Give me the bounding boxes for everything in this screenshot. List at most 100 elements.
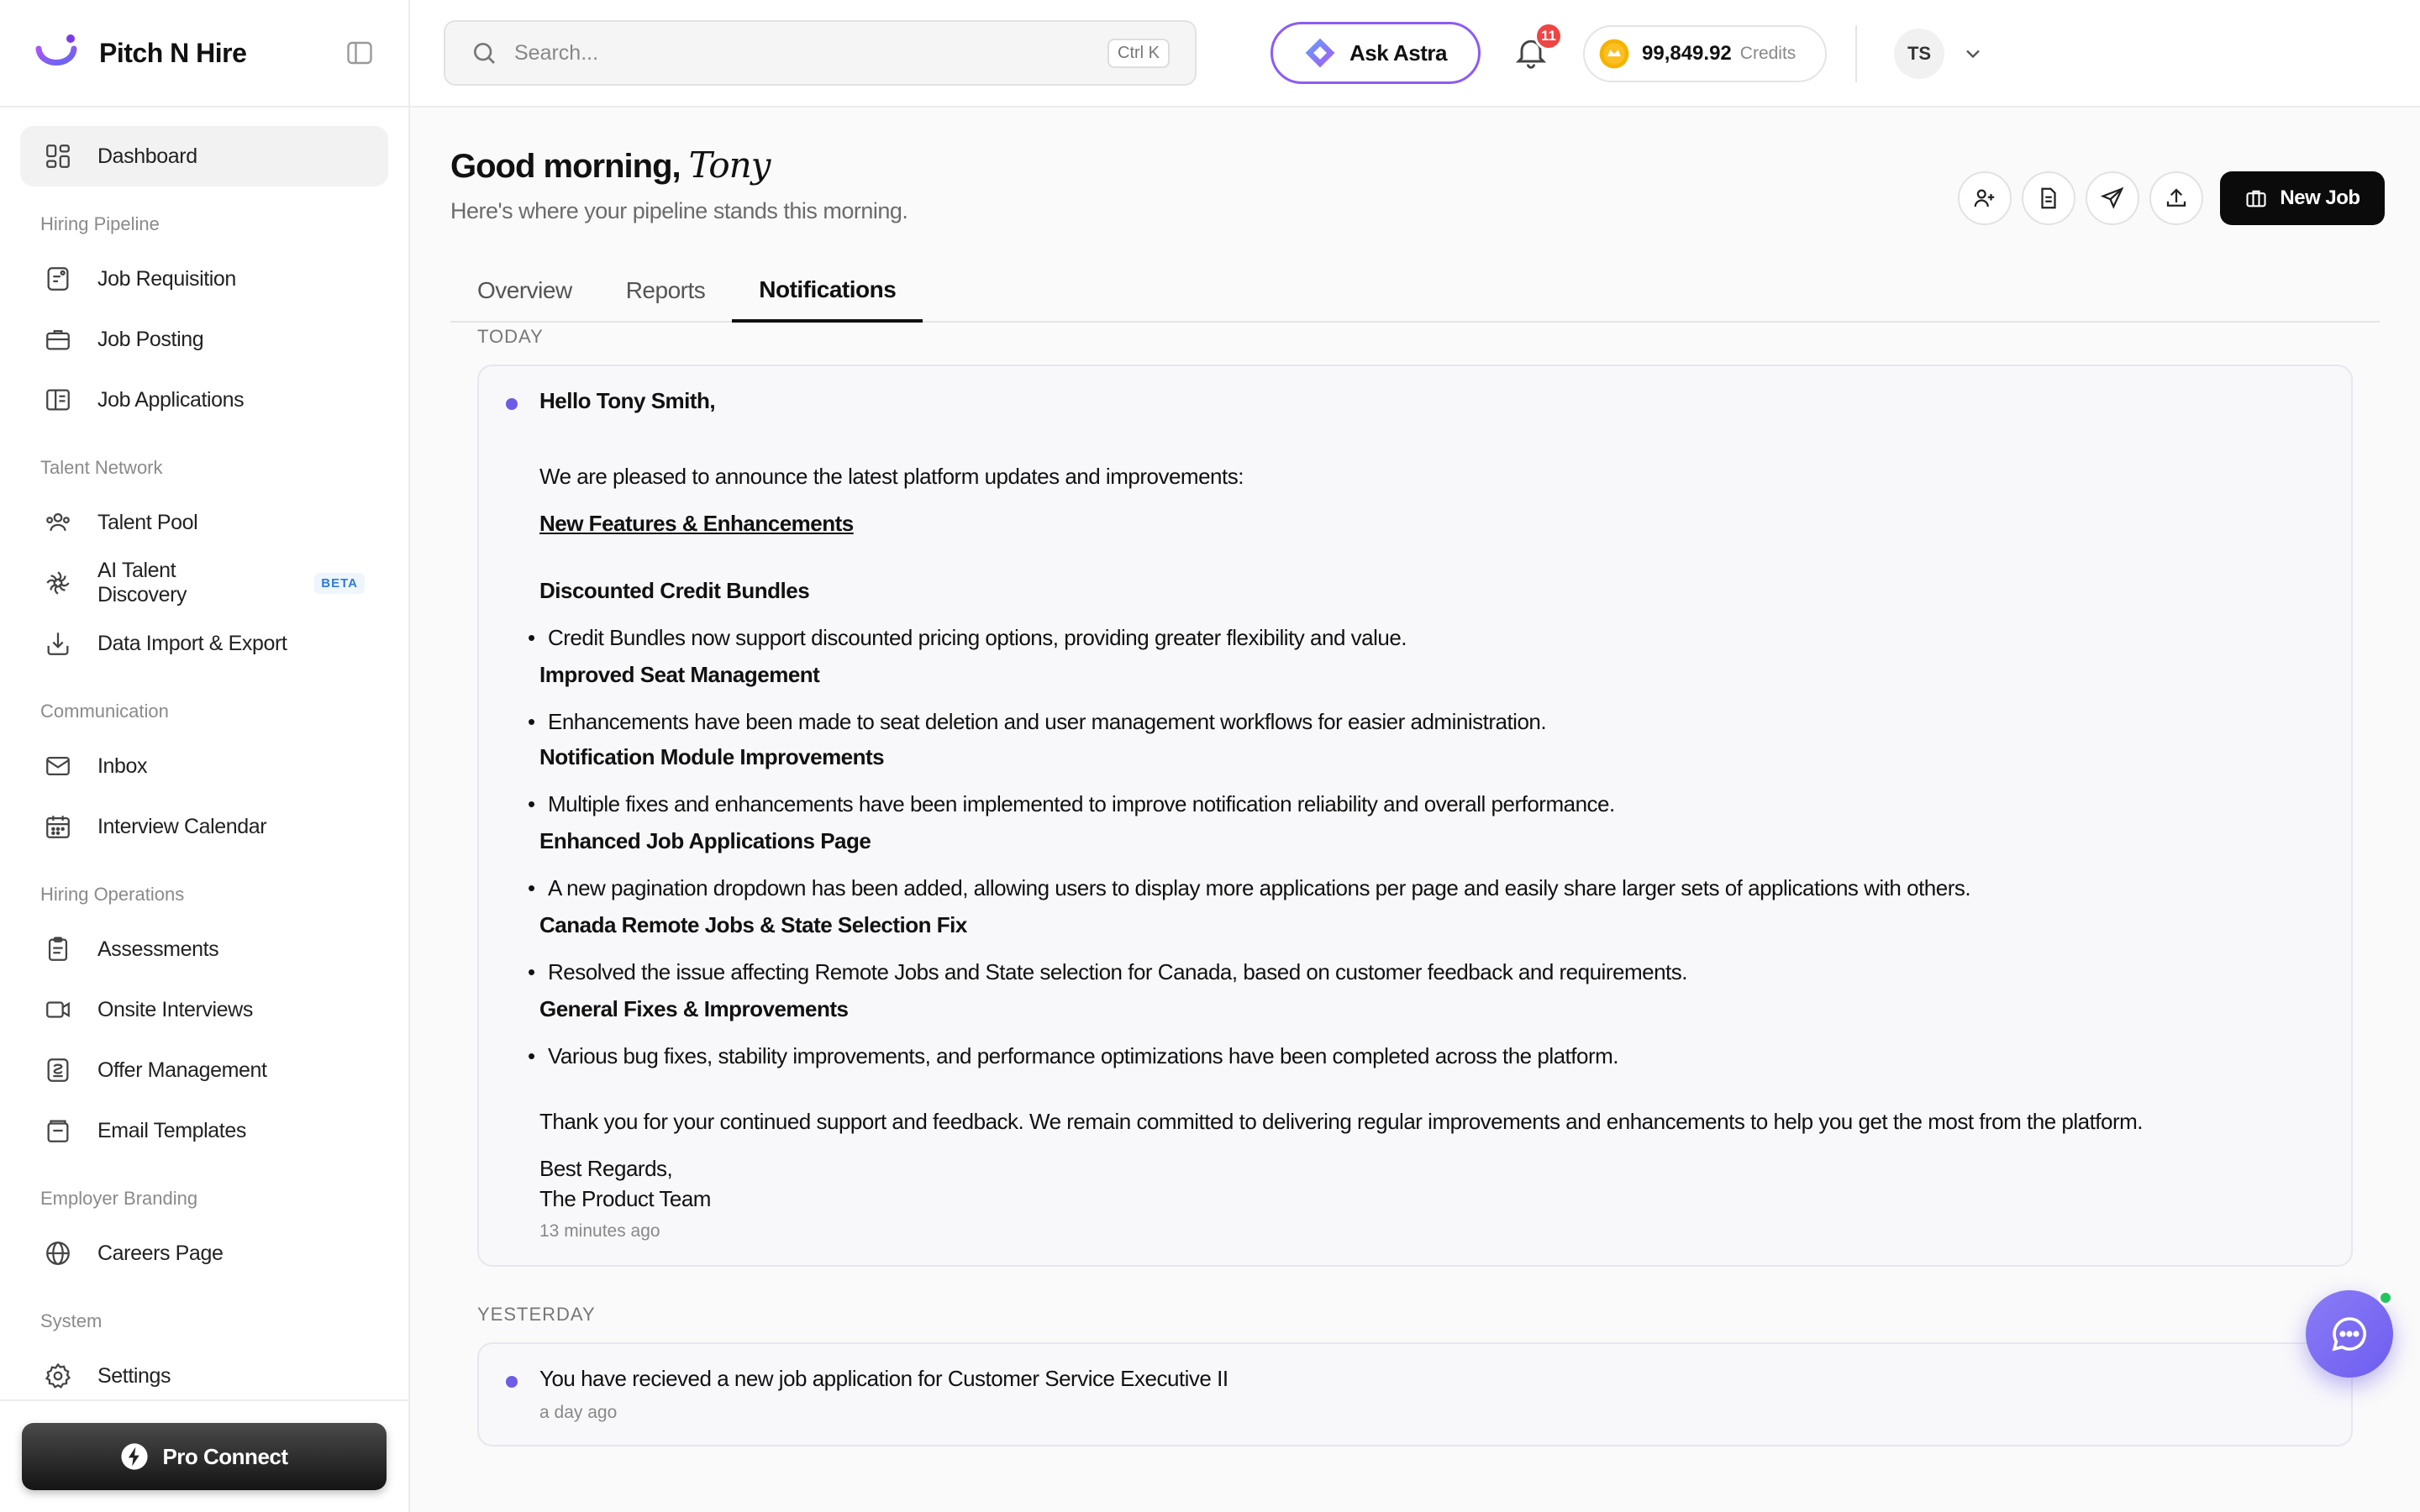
ask-astra-button[interactable]: Ask Astra	[1270, 22, 1481, 84]
tab-overview[interactable]: Overview	[450, 260, 599, 321]
section-label-communication: Communication	[40, 701, 169, 722]
new-job-label: New Job	[2280, 186, 2360, 209]
chevron-down-icon[interactable]	[1961, 42, 1985, 66]
user-plus-icon	[1974, 189, 1995, 207]
chat-bubble-icon	[2332, 1317, 2366, 1352]
gear-icon	[45, 1362, 71, 1389]
brand-logo-icon[interactable]	[34, 30, 79, 76]
item-bullet: Multiple fixes and enhancements have bee…	[528, 791, 1615, 817]
sidebar-item-label: Onsite Interviews	[97, 997, 253, 1021]
sidebar-item-label: Interview Calendar	[97, 814, 267, 838]
sidebar-item-label: Inbox	[97, 753, 148, 778]
sidebar-item-careers-page[interactable]: Careers Page	[20, 1223, 388, 1284]
item-heading: Notification Module Improvements	[539, 744, 885, 769]
search-icon	[474, 43, 495, 64]
item-bullet: Resolved the issue affecting Remote Jobs…	[528, 959, 1687, 985]
item-heading: Improved Seat Management	[539, 662, 820, 687]
section-label-system: System	[40, 1310, 103, 1331]
notification-message: You have recieved a new job application …	[539, 1366, 1228, 1391]
section-label-talent-network: Talent Network	[40, 457, 163, 478]
header-divider	[1855, 25, 1857, 82]
pro-connect-button[interactable]: Pro Connect	[22, 1423, 387, 1490]
item-heading: Canada Remote Jobs & State Selection Fix	[539, 912, 967, 937]
today-label: TODAY	[477, 326, 544, 347]
document-button[interactable]	[2022, 171, 2075, 225]
add-candidate-button[interactable]	[1958, 171, 2012, 225]
sidebar-item-email-templates[interactable]: Email Templates	[20, 1100, 388, 1161]
briefcase-icon	[2246, 190, 2266, 207]
import-icon	[47, 633, 69, 655]
sidebar-item-dashboard[interactable]: Dashboard	[20, 126, 388, 186]
item-heading: General Fixes & Improvements	[539, 996, 849, 1021]
sidebar-nav: Dashboard Hiring Pipeline Job Requisitio…	[0, 108, 408, 1406]
briefcase-icon	[46, 329, 70, 350]
sidebar-item-label: Settings	[97, 1363, 171, 1388]
notification-card-yesterday[interactable]: You have recieved a new job application …	[477, 1342, 2353, 1446]
sidebar-item-label: Job Applications	[97, 387, 245, 412]
sidebar-item-data-import-export[interactable]: Data Import & Export	[20, 613, 388, 674]
notification-closing: Thank you for your continued support and…	[539, 1109, 2144, 1134]
page-subtitle: Here's where your pipeline stands this m…	[450, 198, 908, 223]
sidebar-item-onsite-interviews[interactable]: Onsite Interviews	[20, 979, 388, 1040]
video-icon	[46, 1001, 70, 1018]
requisition-icon	[47, 267, 69, 291]
item-bullet: A new pagination dropdown has been added…	[528, 875, 1971, 901]
sidebar-toggle-icon[interactable]	[345, 38, 375, 68]
upload-button[interactable]	[2149, 171, 2203, 225]
sidebar-item-label: Data Import & Export	[97, 631, 287, 655]
sidebar-item-ai-talent-discovery[interactable]: AI Talent Discovery BETA	[20, 553, 388, 613]
sidebar-item-offer-management[interactable]: Offer Management	[20, 1040, 388, 1100]
document-icon	[2041, 187, 2056, 209]
brand-header: Pitch N Hire	[0, 0, 408, 108]
notification-time: 13 minutes ago	[539, 1221, 660, 1241]
section-label-employer-branding: Employer Branding	[40, 1188, 198, 1209]
sidebar-item-label: Assessments	[97, 937, 219, 961]
dashboard-icon	[46, 144, 70, 168]
tab-reports[interactable]: Reports	[599, 260, 733, 321]
send-button[interactable]	[2086, 171, 2139, 225]
sidebar-item-label: Job Requisition	[97, 266, 236, 291]
sidebar-item-talent-pool[interactable]: Talent Pool	[20, 492, 388, 553]
sidebar-item-job-requisition[interactable]: Job Requisition	[20, 249, 388, 309]
page-actions: New Job	[1958, 171, 2385, 225]
sidebar-item-label: Talent Pool	[97, 510, 198, 534]
pro-connect-label: Pro Connect	[162, 1443, 288, 1469]
yesterday-label: YESTERDAY	[477, 1304, 596, 1325]
item-bullet: Credit Bundles now support discounted pr…	[528, 625, 1407, 651]
template-icon	[47, 1120, 69, 1142]
credits-value: 99,849.92	[1642, 42, 1732, 65]
notification-greeting: Hello Tony Smith,	[539, 388, 716, 413]
sidebar-item-job-applications[interactable]: Job Applications	[20, 370, 388, 430]
search-shortcut: Ctrl K	[1107, 38, 1170, 68]
send-icon	[2100, 186, 2124, 209]
section-label-hiring-operations: Hiring Operations	[40, 884, 185, 905]
notification-card-today[interactable]: Hello Tony Smith, We are pleased to anno…	[477, 365, 2353, 1267]
features-link[interactable]: New Features & Enhancements	[539, 511, 854, 537]
sidebar-item-interview-calendar[interactable]: Interview Calendar	[20, 796, 388, 857]
coin-icon	[1599, 39, 1629, 69]
offer-icon	[47, 1058, 69, 1082]
sidebar-item-job-posting[interactable]: Job Posting	[20, 309, 388, 370]
sidebar-item-assessments[interactable]: Assessments	[20, 919, 388, 979]
item-bullet: Various bug fixes, stability improvement…	[528, 1043, 1619, 1069]
tab-notifications[interactable]: Notifications	[732, 260, 923, 323]
avatar[interactable]: TS	[1894, 29, 1944, 79]
credits-pill[interactable]: 99,849.92 Credits	[1583, 25, 1827, 82]
calendar-icon	[46, 816, 70, 838]
globe-icon	[46, 1242, 70, 1265]
beta-badge: BETA	[314, 572, 365, 594]
sidebar-item-inbox[interactable]: Inbox	[20, 736, 388, 796]
search-input[interactable]: Search... Ctrl K	[444, 20, 1197, 86]
sidebar-item-label: AI Talent Discovery	[97, 559, 187, 606]
new-job-button[interactable]: New Job	[2220, 171, 2385, 225]
ai-spark-icon	[46, 571, 70, 595]
notification-count-badge: 11	[1534, 22, 1563, 50]
online-status-dot	[2378, 1290, 2393, 1305]
sidebar-item-settings[interactable]: Settings	[20, 1346, 388, 1406]
unread-dot	[506, 1376, 518, 1388]
lightning-icon	[121, 1443, 149, 1470]
user-first-name: Tony	[688, 144, 771, 186]
notification-time: a day ago	[539, 1403, 618, 1422]
sidebar-item-label: Job Posting	[97, 327, 204, 351]
upload-icon	[2166, 188, 2186, 207]
